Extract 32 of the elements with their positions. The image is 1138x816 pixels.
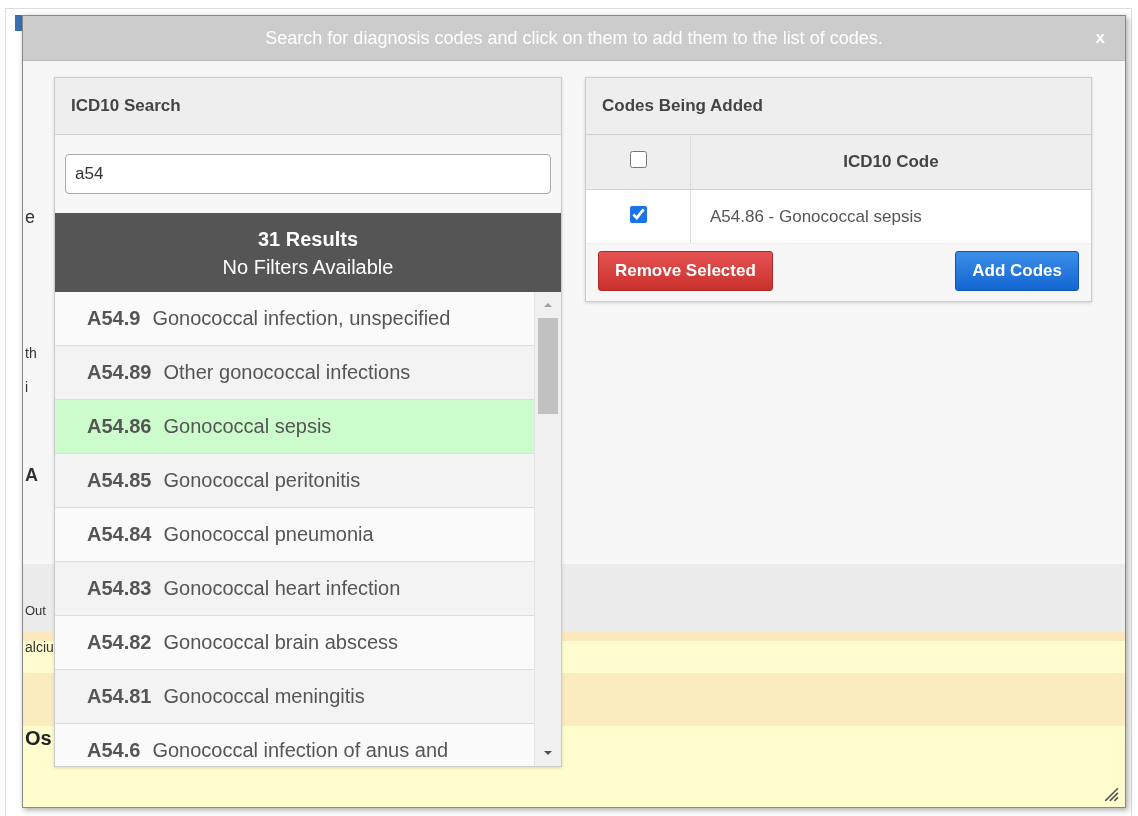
scroll-up-icon[interactable] <box>543 302 553 308</box>
result-item[interactable]: A54.85 Gonococcal peritonitis <box>55 454 534 508</box>
select-all-checkbox[interactable] <box>629 151 647 168</box>
background-text: alciu <box>25 639 54 655</box>
panel-title: ICD10 Search <box>71 96 181 116</box>
row-checkbox[interactable] <box>629 205 647 223</box>
background-text: i <box>25 379 29 395</box>
background-text: Out <box>25 603 46 618</box>
result-item[interactable]: A54.6 Gonococcal infection of anus and <box>55 724 534 766</box>
result-item[interactable]: A54.89 Other gonococcal infections <box>55 346 534 400</box>
resize-grip-icon[interactable] <box>1103 786 1119 802</box>
result-item[interactable]: A54.82 Gonococcal brain abscess <box>55 616 534 670</box>
filters-note: No Filters Available <box>222 254 394 280</box>
column-header: ICD10 Code <box>690 135 1091 190</box>
remove-selected-button[interactable]: Remove Selected <box>598 251 773 291</box>
scrollbar-thumb[interactable] <box>538 318 558 414</box>
search-field[interactable]: a54 <box>65 154 551 194</box>
result-item[interactable]: A54.86 Gonococcal sepsis <box>55 400 534 454</box>
background-text: A <box>25 465 38 486</box>
result-item[interactable]: A54.81 Gonococcal meningitis <box>55 670 534 724</box>
background-text: Os <box>25 727 52 750</box>
result-item[interactable]: A54.84 Gonococcal pneumonia <box>55 508 534 562</box>
results-count: 31 Results <box>257 226 359 252</box>
result-item[interactable]: A54.9 Gonococcal infection, unspecified <box>55 292 534 346</box>
background-text: e <box>25 207 35 228</box>
background-text: th <box>25 345 37 361</box>
add-codes-button[interactable]: Add Codes <box>955 251 1079 291</box>
panel-title: Codes Being Added <box>602 96 763 116</box>
result-item[interactable]: A54.83 Gonococcal heart infection <box>55 562 534 616</box>
scrollbar[interactable] <box>534 292 561 766</box>
table-cell: A54.86 - Gonococcal sepsis <box>690 189 1091 243</box>
scroll-down-icon[interactable] <box>543 750 553 756</box>
